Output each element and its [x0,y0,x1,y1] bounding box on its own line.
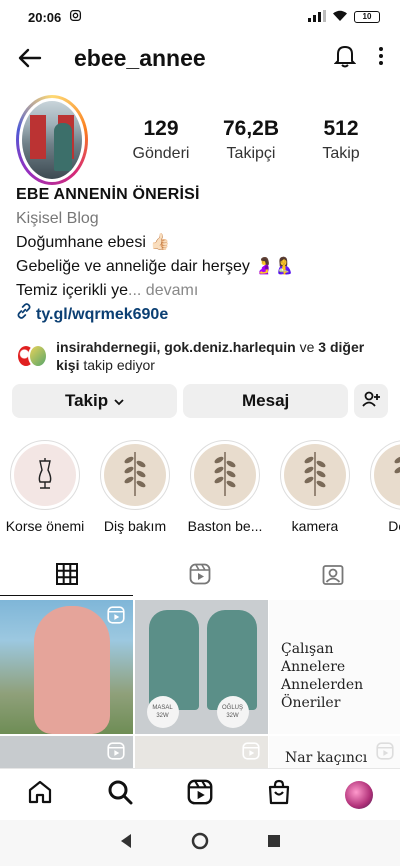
bio-line-3: Temiz içerikli ye... devamı [16,279,386,303]
wifi-icon [332,10,348,25]
profile-stats: 129 Gönderi 76,2B Takipçi 512 Takip [116,117,386,163]
highlight-item[interactable]: Diş bakım [90,440,180,536]
followed-by-connector: ve [295,339,319,355]
bio-link-text: ty.gl/wqrmek690e [36,306,169,323]
bio-link[interactable]: ty.gl/wqrmek690e [16,303,386,327]
highlight-label: kamera [291,518,339,534]
system-navigation-bar [0,820,400,866]
leaf-branch-icon [207,448,243,503]
leaf-branch-icon [387,448,400,503]
stat-posts-label: Gönderi [132,145,190,162]
home-icon[interactable] [27,779,53,810]
story-highlights: Korse önemi Diş bakım Baston be... kamer… [0,440,400,536]
shopping-bag-icon[interactable] [267,779,291,810]
bottom-navigation [0,768,400,820]
leaf-branch-icon [117,448,153,503]
stat-followers-count: 76,2B [222,117,280,140]
bio-line-3-text: Temiz içerikli ye [16,282,129,299]
add-user-button[interactable] [354,384,388,418]
instagram-notification-icon [69,9,82,25]
post-thumbnail[interactable] [0,735,133,768]
bio-line-2: Gebeliğe ve anneliğe dair herşey 🤰🤱 [16,258,295,275]
post-badge-right: OĞLUŞ 32W [216,696,249,728]
post-thumbnail[interactable]: Çalışan Annelere Annelerden Öneriler [269,600,400,734]
reel-badge-icon [241,742,260,765]
followed-by-text: insirahdernegii, gok.deniz.harlequin ve … [56,338,386,374]
stat-posts-count: 129 [143,117,179,140]
tab-grid[interactable] [0,556,134,596]
post-thumbnail[interactable] [134,735,268,768]
highlight-label: Doğu [388,518,400,534]
bio-line-1: Doğumhane ebesi 👍🏻 [16,234,171,251]
highlight-label: Diş bakım [103,518,167,534]
message-button-label: Mesaj [242,391,290,410]
message-button[interactable]: Mesaj [183,384,349,418]
system-back-icon[interactable] [119,833,133,854]
tagged-icon [322,563,344,590]
back-arrow-icon[interactable] [16,44,44,72]
status-bar: 20:06 10 [0,0,400,34]
follow-button-label: Takip [64,391,109,410]
profile-bio: EBE ANNENİN ÖNERİSİ Kişisel Blog Doğumha… [16,183,386,327]
followed-by-names: insirahdernegii, gok.deniz.harlequin [56,339,296,355]
reel-badge-icon [107,742,125,765]
bio-more-link[interactable]: ... devamı [128,282,198,299]
stat-posts[interactable]: 129 Gönderi [116,117,206,163]
stat-following[interactable]: 512 Takip [296,117,386,163]
link-icon [16,303,32,327]
stat-followers-label: Takipçi [226,145,276,162]
reels-icon[interactable] [187,779,213,810]
signal-icon [308,9,326,25]
post-thumbnail[interactable] [0,600,133,734]
system-home-icon[interactable] [191,832,209,855]
profile-nav-avatar[interactable] [345,780,373,809]
reel-badge-icon [107,606,125,629]
profile-actions: Takip Mesaj [12,384,388,418]
search-icon[interactable] [107,779,133,810]
tab-reels[interactable] [133,556,266,596]
profile-category: Kişisel Blog [16,210,99,227]
more-options-icon[interactable] [378,46,384,71]
profile-avatar[interactable] [16,95,88,185]
dress-form-icon [34,456,56,495]
follow-button[interactable]: Takip [12,384,178,418]
grid-icon [55,562,78,590]
post-badge-left: MASAL 32W [146,696,179,728]
stat-following-label: Takip [322,145,360,162]
post-thumbnail[interactable]: MASAL 32W OĞLUŞ 32W [134,600,268,734]
highlight-item[interactable]: Baston be... [180,440,270,536]
profile-header: ebee_annee [0,38,400,78]
post-title: Nar kaçıncı [285,749,368,766]
follower-avatar [28,344,49,368]
followed-by-suffix: takip ediyor [79,357,155,373]
profile-tabs [0,556,400,596]
profile-summary: 129 Gönderi 76,2B Takipçi 512 Takip [16,94,386,186]
highlight-item[interactable]: Korse önemi [0,440,90,536]
highlight-label: Korse önemi [5,518,85,534]
reel-badge-icon [376,742,394,765]
post-thumbnail[interactable]: Nar kaçıncı [269,735,400,768]
followed-by[interactable]: insirahdernegii, gok.deniz.harlequin ve … [16,338,386,374]
clock: 20:06 [28,9,62,25]
posts-grid: MASAL 32W OĞLUŞ 32W Çalışan Annelere Ann… [0,600,400,768]
reels-icon [189,563,211,590]
tab-tagged[interactable] [267,556,400,596]
highlight-item[interactable]: Doğu [360,440,400,536]
bell-icon[interactable] [333,44,357,73]
display-name: EBE ANNENİN ÖNERİSİ [16,186,200,203]
leaf-branch-icon [297,448,333,503]
stat-following-count: 512 [323,117,359,140]
highlight-item[interactable]: kamera [270,440,360,536]
chevron-down-icon [114,391,124,411]
system-recents-icon[interactable] [267,834,281,853]
post-title: Çalışan Annelere Annelerden Öneriler [281,641,364,711]
add-user-icon [362,391,381,412]
profile-username: ebee_annee [74,44,206,71]
battery-icon: 10 [354,11,380,23]
highlight-label: Baston be... [187,518,263,534]
stat-followers[interactable]: 76,2B Takipçi [206,117,296,163]
